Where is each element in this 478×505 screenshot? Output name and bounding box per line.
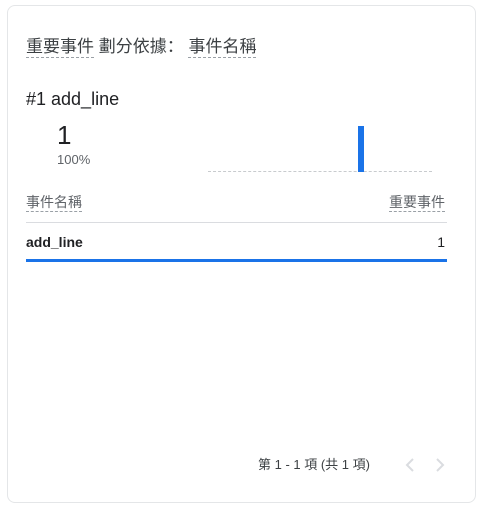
next-page-button[interactable]	[431, 456, 449, 474]
chevron-left-icon	[405, 458, 414, 472]
top-item-label: #1 add_line	[26, 89, 120, 109]
row-value-bar	[26, 259, 447, 262]
card-title: 重要事件 劃分依據： 事件名稱	[26, 36, 257, 58]
column-header-key-events[interactable]: 重要事件	[389, 193, 445, 212]
column-header-event-name[interactable]: 事件名稱	[26, 193, 82, 212]
sparkline	[208, 124, 432, 172]
pagination-text: 第 1 - 1 項 (共 1 項)	[258, 457, 370, 472]
prev-page-button[interactable]	[401, 456, 419, 474]
top-item-value: 1	[57, 120, 72, 150]
sparkline-baseline	[208, 171, 432, 172]
metric-selector[interactable]: 重要事件	[26, 37, 94, 58]
title-connector: 劃分依據：	[94, 37, 189, 56]
dimension-selector[interactable]: 事件名稱	[188, 37, 257, 58]
row-event-name: add_line	[26, 234, 83, 250]
sparkline-bar	[358, 126, 364, 172]
table-row[interactable]: add_line 1	[26, 230, 447, 262]
header-divider	[26, 222, 447, 223]
chevron-right-icon	[436, 458, 445, 472]
top-item-percent: 100%	[57, 152, 91, 167]
row-key-events-value: 1	[437, 234, 445, 250]
